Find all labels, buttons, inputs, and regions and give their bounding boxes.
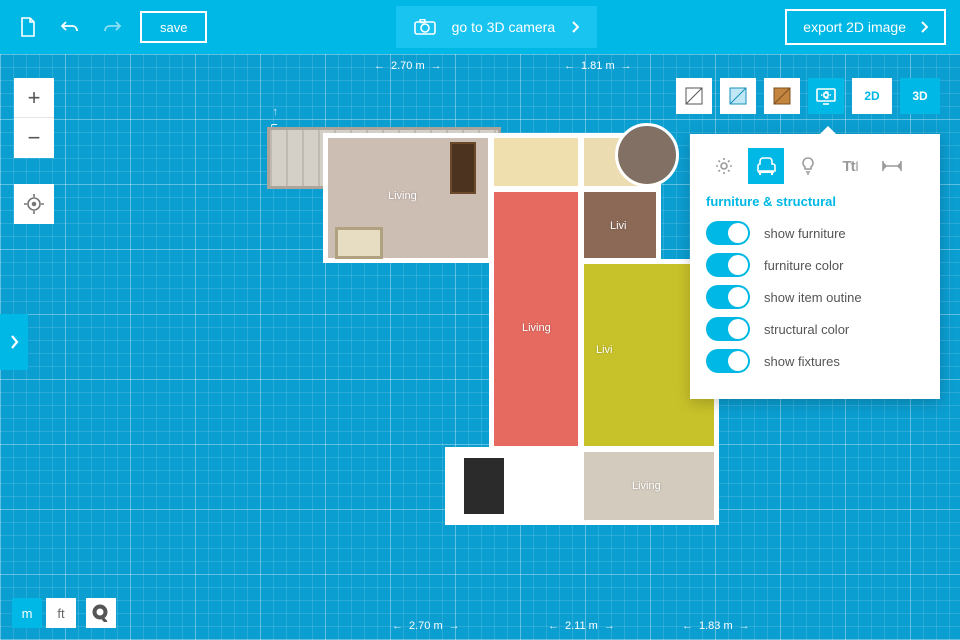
topbar: save go to 3D camera export 2D image <box>0 0 960 54</box>
units-metric-button[interactable]: m <box>12 598 42 628</box>
search-button[interactable] <box>86 598 116 628</box>
view-2d-button[interactable]: 2D <box>852 78 892 114</box>
export-2d-image-button[interactable]: export 2D image <box>785 9 946 45</box>
display-settings-button[interactable] <box>808 78 844 114</box>
expand-sidebar-button[interactable] <box>0 314 28 370</box>
toggle-row: show fixtures <box>706 349 924 373</box>
dim-bot-2: ←2.11 m→ <box>548 620 615 632</box>
popover-tabs: Tt| <box>706 148 924 184</box>
camera-icon <box>414 19 436 35</box>
texture-wood-button[interactable] <box>764 78 800 114</box>
toggle-row: show item outine <box>706 285 924 309</box>
view-3d-button[interactable]: 3D <box>900 78 940 114</box>
go-to-3d-camera-button[interactable]: go to 3D camera <box>396 6 598 48</box>
furniture-round-table[interactable] <box>618 126 676 184</box>
camera-label: go to 3D camera <box>452 19 556 35</box>
furniture-rug[interactable] <box>452 144 474 192</box>
display-settings-popover: Tt| furniture & structural show furnitur… <box>690 134 940 399</box>
toggle-row: furniture color <box>706 253 924 277</box>
toggle-furniture-color[interactable] <box>706 253 750 277</box>
toggle-label: show furniture <box>764 226 846 241</box>
popover-tab-text[interactable]: Tt| <box>832 148 868 184</box>
room-bottom-right[interactable]: Living <box>584 452 714 520</box>
toggle-label: structural color <box>764 322 849 337</box>
toggle-row: show furniture <box>706 221 924 245</box>
dim-top-2: ←1.81 m→ <box>564 60 632 72</box>
toggle-label: show fixtures <box>764 354 840 369</box>
toggle-structural-color[interactable] <box>706 317 750 341</box>
units-imperial-button[interactable]: ft <box>46 598 76 628</box>
popover-title: furniture & structural <box>706 194 924 209</box>
texture-blue-button[interactable] <box>720 78 756 114</box>
chevron-right-icon <box>571 21 579 33</box>
toggle-show-item-outline[interactable] <box>706 285 750 309</box>
toggle-label: show item outine <box>764 290 862 305</box>
toggle-show-furniture[interactable] <box>706 221 750 245</box>
toggle-row: structural color <box>706 317 924 341</box>
new-file-button[interactable] <box>14 13 42 41</box>
save-label: save <box>160 20 187 35</box>
chevron-right-icon <box>920 21 928 33</box>
toggle-show-fixtures[interactable] <box>706 349 750 373</box>
locate-button[interactable] <box>14 184 54 224</box>
popover-tab-furniture[interactable] <box>748 148 784 184</box>
export-label: export 2D image <box>803 19 906 35</box>
room-brown[interactable]: Livi <box>584 192 656 258</box>
dim-bot-1: ←2.70 m→ <box>392 620 460 632</box>
view-controls: 2D 3D <box>676 78 940 114</box>
zoom-out-button[interactable]: − <box>14 118 54 158</box>
popover-tab-dimensions[interactable] <box>874 148 910 184</box>
zoom-controls: + − <box>14 78 54 158</box>
furniture-frame[interactable] <box>338 230 380 256</box>
texture-bw-button[interactable] <box>676 78 712 114</box>
toggle-label: furniture color <box>764 258 843 273</box>
dim-top-1: ←2.70 m→ <box>374 60 442 72</box>
popover-tab-lighting[interactable] <box>790 148 826 184</box>
room-red[interactable]: Living <box>494 192 578 446</box>
units-controls: m ft <box>12 598 116 628</box>
save-button[interactable]: save <box>140 11 207 43</box>
dim-bot-3: ←1.83 m→ <box>682 620 750 632</box>
undo-button[interactable] <box>56 13 84 41</box>
zoom-in-button[interactable]: + <box>14 78 54 118</box>
furniture-dark-rug[interactable] <box>464 458 504 514</box>
room-top-2[interactable] <box>494 138 578 186</box>
floorplan-canvas[interactable]: 2D 3D + − m ft ←2.70 m→ ←1.81 m→ ←2.15 m… <box>0 54 960 640</box>
redo-button[interactable] <box>98 13 126 41</box>
popover-tab-general[interactable] <box>706 148 742 184</box>
